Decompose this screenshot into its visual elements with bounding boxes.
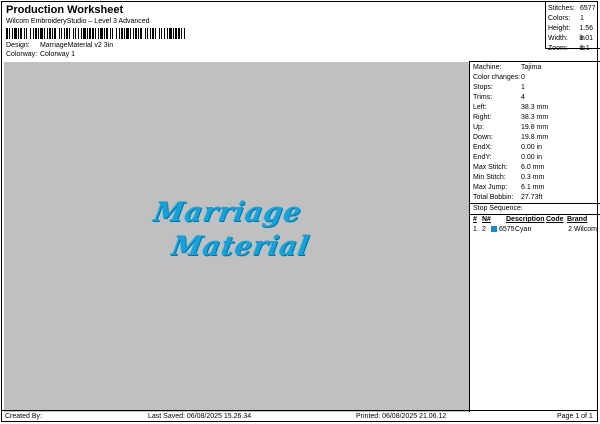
machine-stat-row: Down: 19.8 mm <box>473 133 600 143</box>
col-num: # <box>473 216 477 223</box>
machine-stat-label: Color changes: <box>473 74 521 81</box>
row-description: Cyan <box>515 226 532 233</box>
machine-stat-row: EndX: 0.00 in <box>473 143 600 153</box>
machine-stat-row: Max Jump: 6.1 mm <box>473 183 600 193</box>
stat-label: Zoom: <box>548 45 568 52</box>
last-saved: Last Saved: 06/08/2025 15.26.34 <box>148 413 252 420</box>
machine-stat-value: 0.3 mm <box>521 174 545 181</box>
stat-value: 6577 <box>580 5 596 12</box>
stop-sequence-table: # N# Description Code Brand 1. 2 6575 Cy… <box>470 214 600 235</box>
machine-stat-row: Machine: Tajima <box>473 63 600 73</box>
stop-sequence-header: # N# Description Code Brand <box>473 215 600 225</box>
col-spacer <box>494 215 506 225</box>
software-subtitle: Wilcom EmbroideryStudio – Level 3 Advanc… <box>6 18 150 25</box>
row-num: 1. <box>473 226 479 233</box>
stat-value: 3.01 in <box>579 35 593 52</box>
stat-value: 1:1 <box>580 45 590 52</box>
machine-stat-label: Left: <box>473 104 487 111</box>
footer: Created By: Last Saved: 06/08/2025 15.26… <box>1 410 598 422</box>
stat-label: Stitches: <box>548 5 575 12</box>
row-n: 2 <box>482 226 486 233</box>
machine-stat-row: Min Stitch: 0.3 mm <box>473 173 600 183</box>
machine-stat-label: Max Stitch: <box>473 164 508 171</box>
machine-stat-value: 19.8 mm <box>521 124 549 131</box>
machine-stat-row: Stops: 1 <box>473 83 600 93</box>
machine-stat-label: Down: <box>473 134 493 141</box>
stat-row: Stitches: 6577 <box>548 4 600 14</box>
machine-stat-row: Max Stitch: 6.0 mm <box>473 163 600 173</box>
stat-label: Width: <box>548 35 568 42</box>
stat-row: Zoom: 1:1 <box>548 44 600 54</box>
design-preview: Marriage Material <box>4 62 469 412</box>
machine-stat-row: Trims: 4 <box>473 93 600 103</box>
machine-stat-label: Right: <box>473 114 492 121</box>
created-by: Created By: <box>5 413 42 420</box>
stat-label: Colors: <box>548 15 571 22</box>
machine-stat-row: Total Bobbin: 27.73ft <box>473 193 600 203</box>
machine-stat-value: 6.1 mm <box>521 184 545 191</box>
machine-stat-value: 1 <box>521 84 525 91</box>
design-label: Design: <box>6 42 30 49</box>
embroidery-design: Marriage Material <box>144 197 314 347</box>
machine-stat-value: 27.73ft <box>521 194 543 201</box>
machine-stat-label: Machine: <box>473 64 502 71</box>
design-row: Design: MarriageMaterial v2 3in <box>6 42 113 49</box>
machine-stat-row: Right: 38.3 mm <box>473 113 600 123</box>
col-code: Code <box>546 216 564 223</box>
design-text-line2: Material <box>169 231 312 262</box>
machine-stat-label: Max Jump: <box>473 184 508 191</box>
printed-date: Printed: 06/08/2025 21.06.12 <box>356 413 447 420</box>
stat-value: 1.56 in <box>579 25 593 42</box>
row-brand: Wilcom <box>574 226 597 233</box>
design-value: MarriageMaterial v2 3in <box>39 42 114 49</box>
machine-stat-value: 38.3 mm <box>521 104 549 111</box>
machine-stat-row: EndY: 0.00 in <box>473 153 600 163</box>
stat-value: 1 <box>580 15 584 22</box>
machine-stat-label: EndX: <box>473 144 493 151</box>
stat-row: Width: 3.01 in <box>548 34 600 52</box>
machine-stat-label: EndY: <box>473 154 492 161</box>
stop-sequence-title: Stop Sequence: <box>470 203 600 214</box>
stat-row: Colors: 1 <box>548 14 600 24</box>
stat-row: Height: 1.56 in <box>548 24 600 42</box>
row-code: 2 <box>568 226 572 233</box>
machine-stat-value: 0 <box>521 74 525 81</box>
page-number: Page 1 of 1 <box>557 413 593 420</box>
machine-stat-label: Up: <box>473 124 484 131</box>
barcode-image <box>6 28 185 39</box>
machine-stat-value: 6.0 mm <box>521 164 545 171</box>
color-swatch-cell <box>491 225 499 235</box>
machine-stats: Machine: Tajima Color changes: 0 Stops: 1 T… <box>470 61 600 203</box>
machine-stat-label: Stops: <box>473 84 493 91</box>
machine-stat-row: Up: 19.8 mm <box>473 123 600 133</box>
row-stitches: 6575 <box>499 226 515 233</box>
col-description: Description <box>506 216 545 223</box>
machine-stat-label: Total Bobbin: <box>473 194 514 201</box>
col-n: N# <box>482 216 491 223</box>
machine-stat-value: 0.00 in <box>521 144 543 151</box>
machine-stat-label: Min Stitch: <box>473 174 506 181</box>
machine-stat-value: 38.3 mm <box>521 114 549 121</box>
worksheet: Production Worksheet Wilcom EmbroiderySt… <box>1 1 600 422</box>
machine-stat-value: Tajima <box>521 64 542 71</box>
col-brand: Brand <box>567 216 588 223</box>
page-title: Production Worksheet <box>6 4 124 16</box>
machine-stat-value: 19.8 mm <box>521 134 549 141</box>
colorway-value: Colorway 1 <box>39 51 75 58</box>
machine-panel: Machine: Tajima Color changes: 0 Stops: 1 T… <box>469 61 600 412</box>
machine-stat-row: Left: 38.3 mm <box>473 103 600 113</box>
colorway-row: Colorway: Colorway 1 <box>6 51 75 58</box>
machine-stat-value: 0.00 in <box>521 154 543 161</box>
summary-stats: Stitches: 6577 Colors: 1 Height: 1.56 in Wi… <box>545 2 600 52</box>
colorway-label: Colorway: <box>6 51 38 58</box>
color-swatch <box>491 226 497 233</box>
machine-stat-row: Color changes: 0 <box>473 73 600 83</box>
machine-stat-value: 4 <box>521 94 525 101</box>
design-text-line1: Marriage <box>151 197 305 228</box>
table-row: 1. 2 6575 Cyan 2 Wilcom <box>473 225 600 235</box>
stat-label: Height: <box>548 25 571 32</box>
machine-stat-label: Trims: <box>473 94 493 101</box>
